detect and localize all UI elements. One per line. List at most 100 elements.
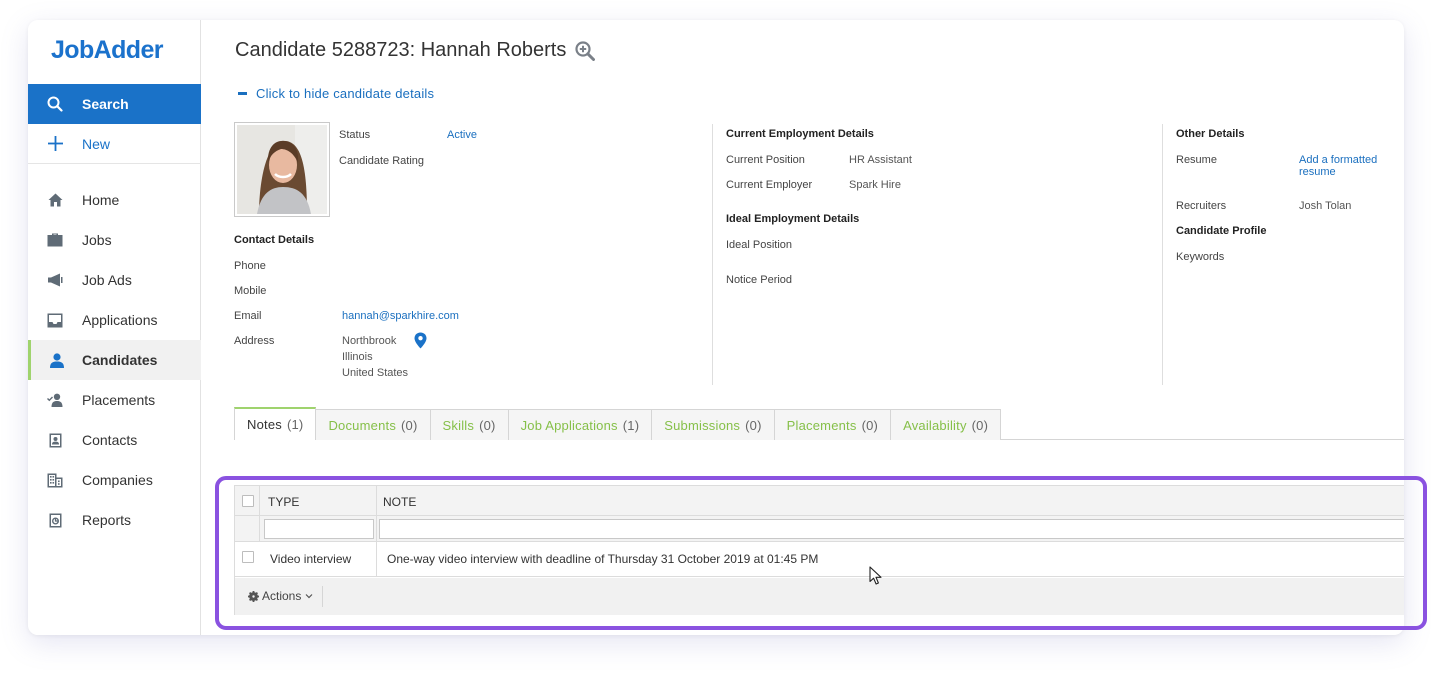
tab-notes[interactable]: Notes (1) — [234, 407, 317, 441]
tab-count: (1) — [622, 417, 640, 433]
sidebar-item-label: Applications — [82, 312, 158, 328]
page-title-text: Candidate 5288723: Hannah Roberts — [235, 39, 567, 61]
app-logo[interactable]: JobAdder — [51, 36, 163, 65]
tab-count: (0) — [861, 417, 879, 433]
sidebar-item-jobs[interactable]: Jobs — [28, 220, 201, 260]
grid-footer: Actions — [235, 578, 1404, 615]
address-line: Illinois — [342, 351, 373, 363]
address-label: Address — [234, 335, 275, 347]
column-header-note[interactable]: NOTE — [383, 495, 416, 509]
type-filter-input[interactable] — [264, 519, 374, 539]
tab-count: (1) — [286, 417, 304, 432]
row-checkbox[interactable] — [242, 551, 254, 563]
contact-card-icon — [28, 433, 82, 448]
sidebar-item-label: Jobs — [82, 232, 112, 248]
sidebar-item-label: Home — [82, 192, 120, 208]
map-pin-icon[interactable] — [414, 332, 427, 349]
tab-count: (0) — [479, 417, 496, 433]
person-icon — [31, 352, 82, 368]
sidebar-item-reports[interactable]: Reports — [28, 500, 201, 540]
sidebar-item-home[interactable]: Home — [28, 180, 201, 220]
sidebar: JobAdder Search New Home Jobs Job Ads Ap… — [28, 20, 201, 635]
table-row[interactable]: Video interview One-way video interview … — [235, 542, 1404, 577]
minus-icon — [238, 92, 247, 95]
page-title: Candidate 5288723: Hannah Roberts — [235, 39, 596, 62]
other-details-heading: Other Details — [1176, 128, 1245, 140]
current-position-label: Current Position — [726, 154, 805, 166]
tab-skills[interactable]: Skills (0) — [430, 409, 509, 440]
grid-header-row: TYPE NOTE — [235, 486, 1404, 516]
sidebar-item-companies[interactable]: Companies — [28, 460, 201, 500]
status-label: Status — [339, 129, 371, 141]
status-value[interactable]: Active — [447, 129, 477, 141]
sidebar-item-label: Companies — [82, 472, 153, 488]
candidate-profile-heading: Candidate Profile — [1176, 225, 1267, 237]
actions-label: Actions — [262, 589, 302, 603]
tab-placements[interactable]: Placements (0) — [774, 409, 892, 440]
note-filter-input[interactable] — [379, 519, 1404, 539]
search-icon — [28, 96, 82, 112]
recruiters-label: Recruiters — [1176, 200, 1227, 212]
ideal-position-label: Ideal Position — [726, 239, 793, 251]
sidebar-item-label: Reports — [82, 512, 132, 528]
app-window: JobAdder Search New Home Jobs Job Ads Ap… — [28, 20, 1404, 635]
nav-new-label: New — [82, 135, 111, 152]
sidebar-item-job-ads[interactable]: Job Ads — [28, 260, 201, 300]
add-resume-link[interactable]: Add a formatted resume — [1299, 154, 1404, 178]
home-icon — [28, 193, 82, 207]
zoom-in-icon[interactable] — [575, 40, 596, 61]
actions-menu-button[interactable]: Actions — [248, 589, 313, 603]
mouse-cursor-icon — [869, 566, 882, 585]
tab-count: (0) — [745, 417, 762, 433]
sidebar-item-placements[interactable]: Placements — [28, 380, 201, 420]
megaphone-icon — [28, 273, 82, 287]
sidebar-item-candidates[interactable]: Candidates — [28, 340, 201, 380]
ideal-employment-heading: Ideal Employment Details — [726, 213, 860, 225]
sidebar-item-label: Placements — [82, 392, 156, 408]
tab-label: Job Applications — [520, 417, 618, 433]
toolbar-separator — [322, 586, 323, 607]
recruiters-value: Josh Tolan — [1299, 200, 1352, 212]
address-line: United States — [342, 367, 409, 379]
toggle-details-link[interactable]: Click to hide candidate details — [238, 86, 434, 101]
current-employer-label: Current Employer — [726, 179, 813, 191]
resume-label: Resume — [1176, 154, 1217, 166]
toggle-details-label: Click to hide candidate details — [256, 86, 435, 101]
address-line: Northbrook — [342, 335, 397, 347]
note-type-cell: Video interview — [270, 552, 352, 566]
chevron-down-icon — [305, 594, 313, 599]
tab-documents[interactable]: Documents (0) — [316, 409, 431, 440]
building-icon — [28, 473, 82, 488]
nav-search-button[interactable]: Search — [28, 84, 201, 124]
tab-label: Skills — [442, 417, 475, 433]
sidebar-item-label: Candidates — [82, 352, 158, 368]
main-content: Candidate 5288723: Hannah Roberts Click … — [202, 20, 1404, 635]
nav-list: Home Jobs Job Ads Applications Candidate… — [28, 180, 201, 540]
sidebar-item-contacts[interactable]: Contacts — [28, 420, 201, 460]
grid-column-divider — [235, 516, 260, 541]
notes-grid: TYPE NOTE Video interview One-way video … — [234, 485, 1404, 615]
select-all-checkbox[interactable] — [242, 495, 254, 507]
briefcase-icon — [28, 233, 82, 247]
sidebar-item-applications[interactable]: Applications — [28, 300, 201, 340]
tab-label: Placements — [786, 417, 857, 433]
tab-submissions[interactable]: Submissions (0) — [652, 409, 775, 440]
tab-job-applications[interactable]: Job Applications (1) — [508, 409, 653, 440]
column-divider — [1162, 124, 1163, 385]
keywords-label: Keywords — [1176, 251, 1225, 263]
candidate-rating-label: Candidate Rating — [339, 155, 425, 167]
placement-icon — [28, 393, 82, 407]
contact-details-heading: Contact Details — [234, 234, 315, 246]
candidate-photo — [234, 122, 330, 217]
nav-new-button[interactable]: New — [28, 124, 201, 164]
email-link[interactable]: hannah@sparkhire.com — [342, 310, 459, 322]
report-icon — [28, 513, 82, 528]
column-divider — [712, 124, 713, 385]
current-position-value: HR Assistant — [849, 154, 912, 166]
tab-availability[interactable]: Availability (0) — [891, 409, 1002, 440]
grid-filter-row — [235, 516, 1404, 542]
phone-label: Phone — [234, 260, 266, 272]
column-header-type[interactable]: TYPE — [268, 495, 299, 509]
tab-label: Documents — [328, 417, 397, 433]
note-text-cell: One-way video interview with deadline of… — [387, 552, 819, 566]
